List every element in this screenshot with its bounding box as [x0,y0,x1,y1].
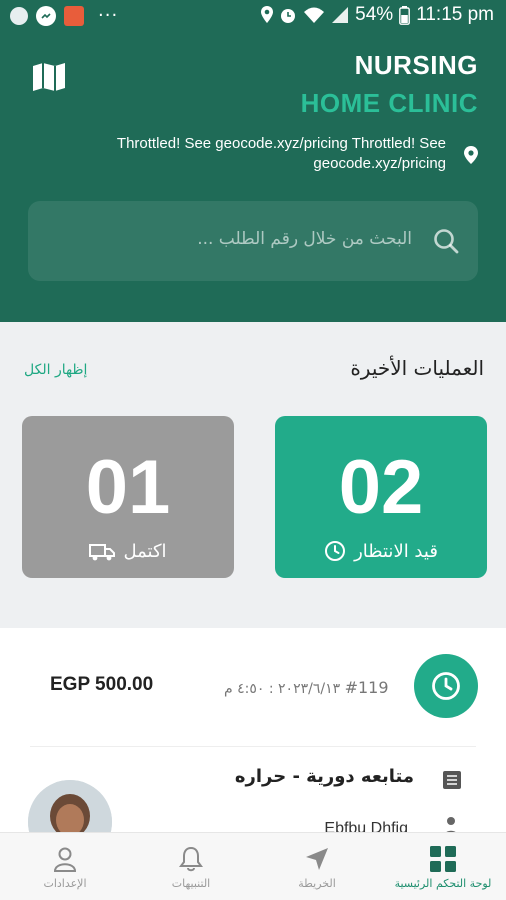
order-date: ٢٠٢٣/٦/١٣ : ٤:٥٠ م [224,681,341,697]
user-icon [53,847,77,872]
completed-card[interactable]: 01 اكتمل [22,416,234,578]
navigation-arrow-icon [306,848,328,870]
service-name: متابعه دورية - حراره [234,766,414,787]
show-all-link[interactable]: إظهار الكل [24,362,87,378]
app-notification-icon [64,6,84,26]
bell-icon [179,846,203,872]
system-status: 54% 11:15 pm [261,4,494,26]
nav-settings[interactable]: الإعدادات [2,833,128,900]
order-price: EGP 500.00 [50,674,154,695]
location-status-icon [261,6,274,23]
header: ··· 54% 11:15 pm NURSING HOME CLINIC Thr… [0,0,506,322]
order-meta: #119 ٢٠٢٣/٦/١٣ : ٤:٥٠ م [224,678,389,697]
search-bar[interactable]: البحث من خلال رقم الطلب ... [28,201,478,281]
list-icon [443,771,461,789]
divider [30,746,476,747]
notification-icons: ··· [10,6,118,26]
nav-dashboard-label: لوحة التحكم الرئيسية [394,877,492,890]
more-notifications-icon: ··· [98,5,119,26]
pending-label: قيد الانتظار [354,540,438,562]
wifi-icon [304,7,325,23]
completed-count: 01 [85,445,171,530]
pending-card[interactable]: 02 قيد الانتظار [275,416,487,578]
recent-operations: العمليات الأخيرة إظهار الكل 02 قيد الانت… [0,322,506,628]
dashboard-grid-icon [430,846,456,872]
pending-label-row: قيد الانتظار [275,540,487,562]
clock-icon [325,541,346,561]
nav-notifications-label: التنبيهات [171,877,211,890]
brand-title: NURSING [354,50,478,80]
nav-map-label: الخريطة [298,877,336,890]
completed-label-row: اكتمل [22,541,234,562]
search-icon [434,229,459,254]
truck-icon [89,543,116,560]
nav-notifications[interactable]: التنبيهات [128,833,254,900]
order-status-badge [414,654,478,718]
brand-subtitle: HOME CLINIC [300,88,478,118]
pending-count: 02 [338,445,424,530]
current-address: Throttled! See geocode.xyz/pricing Throt… [116,135,446,172]
map-icon[interactable] [32,62,66,92]
completed-label: اكتمل [123,541,167,562]
location-pin-icon [464,146,478,164]
clock-icon [432,672,460,700]
nav-dashboard[interactable]: لوحة التحكم الرئيسية [380,833,506,900]
notification-dot-icon [10,7,28,25]
order-card[interactable]: #119 ٢٠٢٣/٦/١٣ : ٤:٥٠ م EGP 500.00 متابع… [0,628,506,864]
nav-map[interactable]: الخريطة [254,833,380,900]
battery-percent: 54% [355,4,394,25]
clock: 11:15 pm [416,4,494,25]
signal-icon [332,7,349,23]
messenger-icon [36,6,56,26]
bottom-navigation: لوحة التحكم الرئيسية الخريطة التنبيهات ا… [0,832,506,900]
recent-operations-title: العمليات الأخيرة [350,356,484,380]
status-bar: ··· 54% 11:15 pm [0,0,506,36]
order-id: #119 [344,678,389,697]
alarm-icon [281,9,296,23]
search-input[interactable]: البحث من خلال رقم الطلب ... [197,229,412,249]
nav-settings-label: الإعدادات [43,877,87,890]
battery-icon [399,5,411,25]
